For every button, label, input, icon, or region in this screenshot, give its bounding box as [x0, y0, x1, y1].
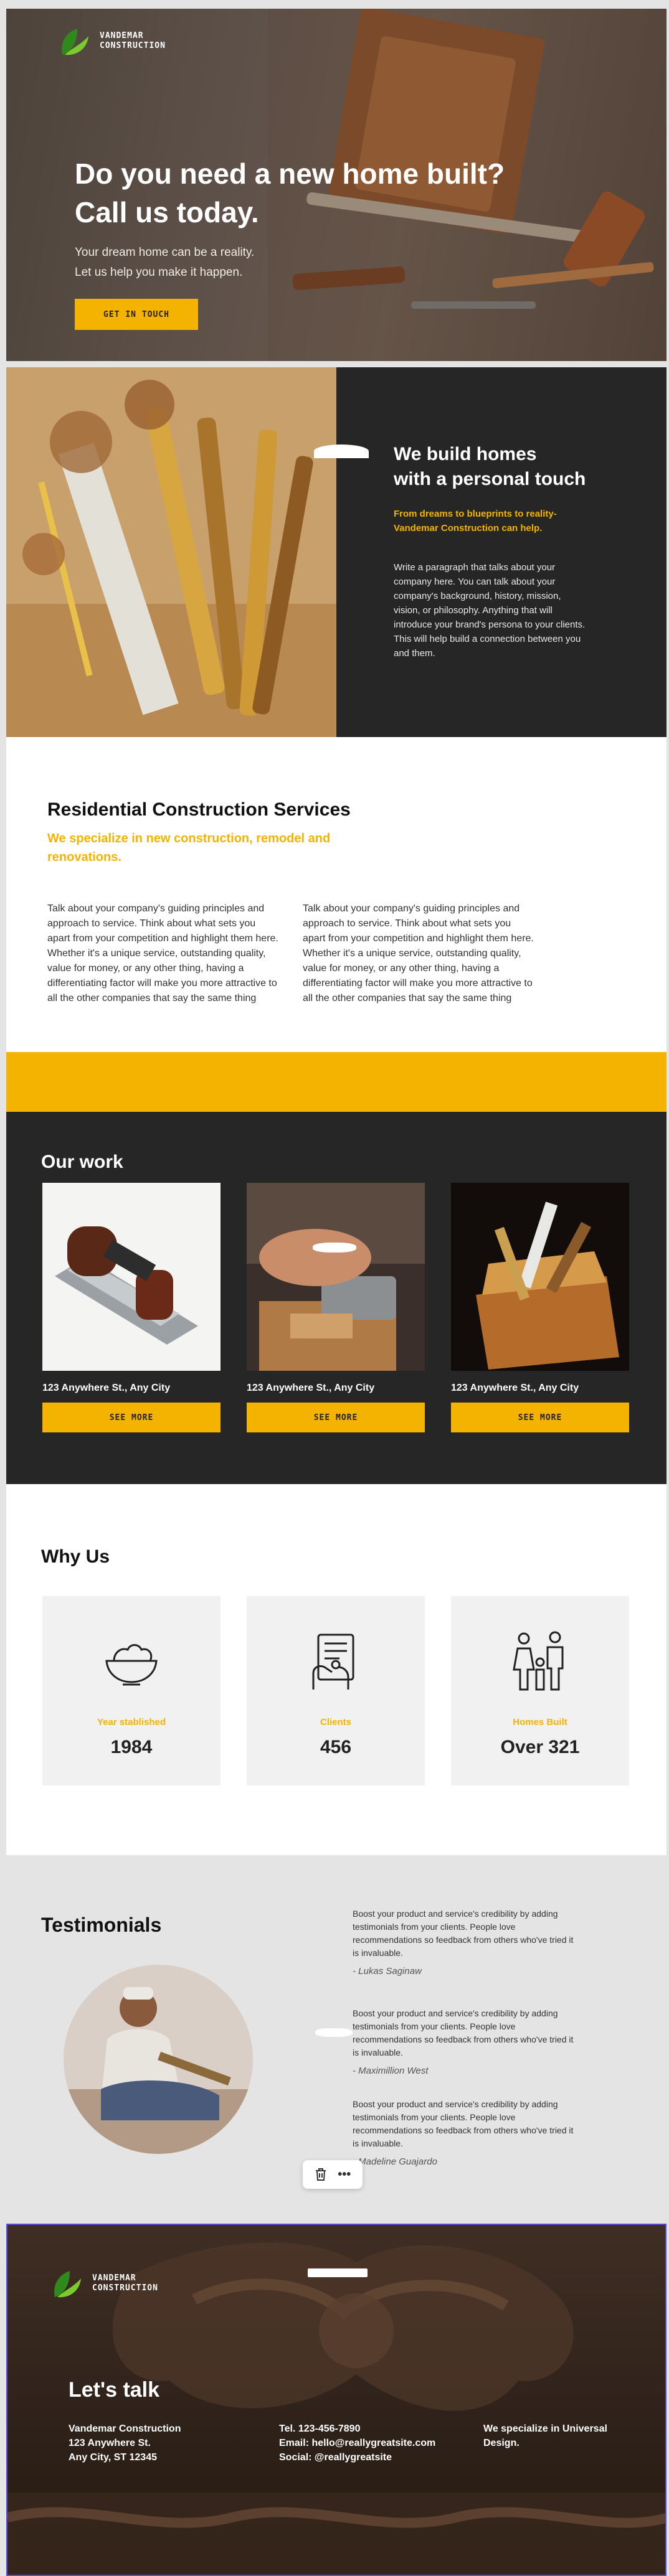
testimonial-photo [64, 1965, 253, 2154]
get-in-touch-button[interactable]: GET IN TOUCH [75, 299, 198, 330]
brand-name-line1: VANDEMAR [100, 31, 144, 40]
about-paragraph: Write a paragraph that talks about your … [394, 562, 586, 659]
work-card: 123 Anywhere St., Any City SEE MORE [247, 1183, 425, 1432]
work-title: Our work [41, 1152, 123, 1172]
footer-brand-logo[interactable]: VANDEMAR CONSTRUCTION [49, 2266, 173, 2301]
testimonial-text: Boost your product and service's credibi… [353, 2099, 574, 2148]
work-card: 123 Anywhere St., Any City SEE MORE [42, 1183, 221, 1432]
services-column-2: Talk about your company's guiding princi… [303, 903, 534, 1004]
hero-title: Do you need a new home built? Call us to… [75, 154, 523, 232]
see-more-button[interactable]: SEE MORE [247, 1403, 425, 1432]
services-column-1: Talk about your company's guiding princi… [47, 903, 278, 1004]
carpentry-tools-photo [6, 367, 336, 737]
accent-band [6, 1052, 667, 1112]
hand-plane-photo[interactable] [42, 1183, 221, 1371]
leaf-logo-icon [62, 29, 88, 55]
stat-label: Year stablished [97, 1717, 166, 1728]
see-more-button[interactable]: SEE MORE [451, 1403, 629, 1432]
work-card: 123 Anywhere St., Any City SEE MORE [451, 1183, 629, 1432]
footer-address: Vandemar Construction 123 Anywhere St. A… [69, 2422, 181, 2465]
stat-value: 1984 [110, 1737, 153, 1757]
testimonial-item: Boost your product and service's credibi… [353, 2098, 577, 2167]
services-tagline: We specialize in new construction, remod… [47, 832, 331, 864]
about-title-line2: with a personal touch [394, 469, 586, 489]
stat-label: Homes Built [513, 1717, 567, 1728]
work-card-address: 123 Anywhere St., Any City [451, 1383, 579, 1393]
hero-subtitle-line2: Let us help you make it happen. [75, 266, 243, 279]
more-icon[interactable]: ••• [338, 2168, 351, 2182]
about-section: We build homes with a personal touch Fro… [6, 367, 667, 737]
services-section: Residential Construction Services We spe… [6, 737, 667, 1052]
work-card-address: 123 Anywhere St., Any City [247, 1383, 375, 1393]
work-section: Our work 123 Anywhere St., Any City SEE … [6, 1112, 667, 1484]
leaf-logo-icon [54, 2271, 81, 2298]
footer-section: VANDEMAR CONSTRUCTION Let's talk Vandema… [6, 2224, 667, 2576]
brand-name-line1: VANDEMAR [92, 2273, 136, 2283]
family-icon [513, 1631, 564, 1691]
why-us-title: Why Us [41, 1546, 110, 1567]
hero-subtitle: Your dream home can be a reality. Let us… [75, 243, 336, 283]
about-title-line1: We build homes [394, 444, 537, 464]
toolbox-photo[interactable] [451, 1183, 629, 1371]
client-form-icon [312, 1634, 354, 1690]
stat-label: Clients [320, 1717, 351, 1728]
testimonial-author: - Lukas Saginaw [353, 1966, 422, 1977]
footer-specialty-text: We specialize in Universal Design. [483, 2423, 607, 2448]
page: VANDEMAR CONSTRUCTION Do you need a new … [0, 0, 669, 2576]
testimonial-author: - Maximillion West [353, 2066, 429, 2076]
footer-title: Let's talk [69, 2378, 160, 2402]
bowl-icon [105, 1644, 158, 1686]
testimonials-title: Testimonials [41, 1914, 162, 1936]
element-toolbar: ••• [303, 2160, 363, 2189]
footer-social[interactable]: Social: @reallygreatsite [279, 2450, 435, 2465]
stat-card: Year stablished 1984 [42, 1596, 221, 1785]
footer-email[interactable]: Email: hello@reallygreatsite.com [279, 2436, 435, 2450]
testimonial-item: Boost your product and service's credibi… [353, 1907, 577, 1977]
footer-city: Any City, ST 12345 [69, 2452, 157, 2463]
trash-icon[interactable] [315, 2168, 327, 2181]
footer-street: 123 Anywhere St. [69, 2438, 151, 2448]
footer-tel[interactable]: Tel. 123-456-7890 [279, 2422, 435, 2436]
stat-card: Clients 456 [247, 1596, 425, 1785]
brand-logo[interactable]: VANDEMAR CONSTRUCTION [56, 24, 181, 59]
work-card-address: 123 Anywhere St., Any City [42, 1383, 171, 1393]
hero-title-line1: Do you need a new home built? [75, 157, 505, 190]
overlay-mark [313, 1243, 356, 1253]
hero-subtitle-line1: Your dream home can be a reality. [75, 246, 255, 259]
brand-name-line2: CONSTRUCTION [100, 41, 166, 50]
testimonials-section: Testimonials Boost your product and serv… [6, 1855, 667, 2224]
footer-specialty: We specialize in Universal Design. [483, 2422, 614, 2450]
testimonial-item: Boost your product and service's credibi… [353, 2007, 577, 2076]
brand-name: VANDEMAR CONSTRUCTION [92, 2273, 173, 2293]
overlay-mark [314, 444, 369, 458]
testimonial-author: - Madeline Guajardo [353, 2156, 437, 2167]
testimonial-text: Boost your product and service's credibi… [353, 2008, 574, 2057]
testimonial-text: Boost your product and service's credibi… [353, 1909, 574, 1958]
footer-contact: Tel. 123-456-7890 Email: hello@reallygre… [279, 2422, 435, 2465]
brand-name: VANDEMAR CONSTRUCTION [100, 31, 181, 51]
overlay-mark [308, 2268, 368, 2277]
stat-card: Homes Built Over 321 [451, 1596, 629, 1785]
about-title: We build homes with a personal touch [394, 442, 643, 492]
stat-value: Over 321 [500, 1737, 580, 1757]
planing-wood-photo[interactable] [247, 1183, 425, 1371]
overlay-mark [315, 2028, 353, 2037]
hero-title-line2: Call us today. [75, 196, 259, 228]
stat-value: 456 [320, 1737, 352, 1757]
hero-section: VANDEMAR CONSTRUCTION Do you need a new … [6, 9, 667, 361]
see-more-button[interactable]: SEE MORE [42, 1403, 221, 1432]
about-tagline: From dreams to blueprints to reality- Va… [394, 509, 557, 534]
brand-name-line2: CONSTRUCTION [92, 2283, 158, 2293]
services-title: Residential Construction Services [47, 799, 351, 820]
footer-company: Vandemar Construction [69, 2423, 181, 2434]
why-us-section: Why Us Year stablished 1984 Clients 456 [6, 1484, 667, 1855]
